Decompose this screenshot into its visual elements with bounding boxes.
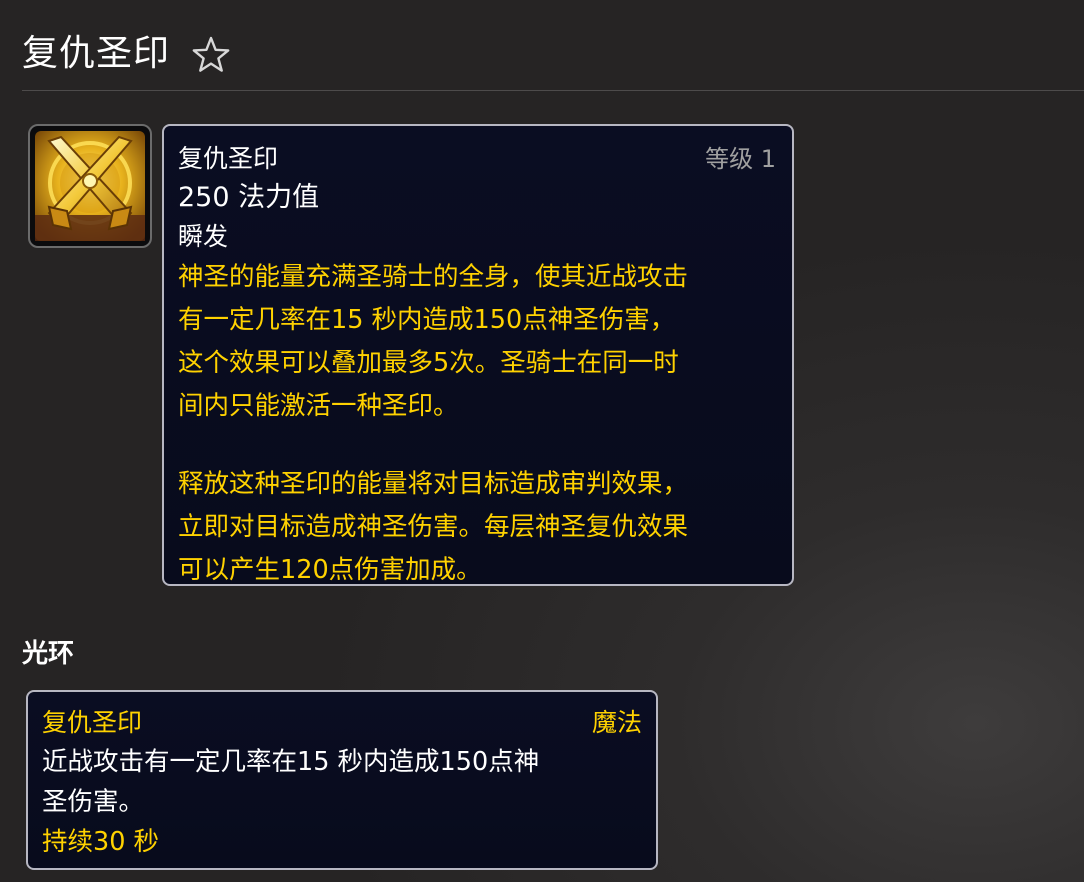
spell-icon-frame[interactable] xyxy=(28,124,152,248)
page-title: 复仇圣印 xyxy=(22,33,171,74)
spell-rank: 等级 1 xyxy=(705,145,776,173)
aura-type: 魔法 xyxy=(591,708,642,737)
aura-description-line: 圣伤害。 xyxy=(42,787,145,817)
spell-header-row: 复仇圣印 等级 1 xyxy=(178,140,776,178)
page-header: 复仇圣印 xyxy=(22,28,1084,91)
spell-description-line: 这个效果可以叠加最多5次。圣骑士在同一时 xyxy=(178,348,679,378)
spell-name: 复仇圣印 xyxy=(178,144,279,173)
spell-description-line: 可以产生120点伤害加成。 xyxy=(178,555,482,585)
aura-duration: 持续30 秒 xyxy=(42,827,160,857)
aura-section-title: 光环 xyxy=(22,639,75,669)
spell-description-line: 立即对目标造成神圣伤害。每层神圣复仇效果 xyxy=(178,512,689,542)
spell-tooltip: 复仇圣印 等级 1 250 法力值 瞬发 神圣的能量充满圣骑士的全身，使其近战攻… xyxy=(162,124,794,586)
spell-description-line: 有一定几率在15 秒内造成150点神圣伤害， xyxy=(178,305,676,335)
spell-cost: 250 法力值 xyxy=(178,182,320,213)
spell-description-line: 释放这种圣印的能量将对目标造成审判效果， xyxy=(178,469,689,499)
crossed-swords-icon xyxy=(35,131,145,241)
aura-name: 复仇圣印 xyxy=(42,708,143,737)
spell-description-line: 间内只能激活一种圣印。 xyxy=(178,391,459,421)
aura-description-line: 近战攻击有一定几率在15 秒内造成150点神 xyxy=(42,747,540,777)
spell-cast-time: 瞬发 xyxy=(178,222,229,251)
spell-description-line: 神圣的能量充满圣骑士的全身，使其近战攻击 xyxy=(178,262,689,292)
aura-header-row: 复仇圣印 魔法 xyxy=(42,704,642,742)
aura-tooltip: 复仇圣印 魔法 近战攻击有一定几率在15 秒内造成150点神 圣伤害。 持续30… xyxy=(26,690,658,870)
star-outline-icon[interactable] xyxy=(190,34,232,76)
